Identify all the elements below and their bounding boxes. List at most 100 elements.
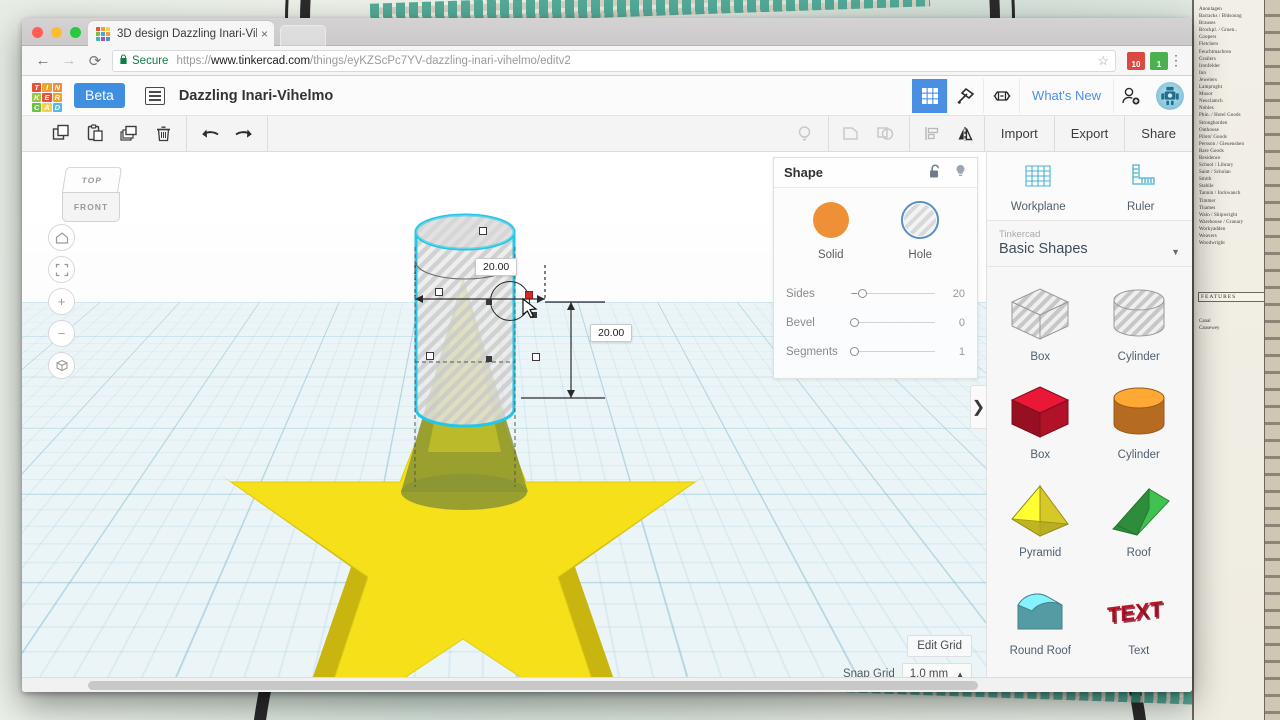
address-bar[interactable]: Secure https://www.tinkercad.com/things/…: [112, 49, 1116, 72]
shape-item-cylinder[interactable]: Cylinder: [1090, 273, 1189, 369]
sides-slider[interactable]: [850, 287, 935, 301]
favicon-tile: [106, 26, 110, 31]
hole-option[interactable]: Hole: [884, 201, 956, 263]
shape-category-selector[interactable]: Tinkercad Basic Shapes ▼: [987, 221, 1192, 267]
pyramid-thumbnail-icon: [991, 477, 1090, 545]
view-cube-top-face[interactable]: TOP: [61, 167, 123, 193]
workplane-label: Workplane: [1010, 201, 1066, 213]
bevel-value[interactable]: 0: [943, 317, 965, 329]
horizontal-scrollbar[interactable]: [22, 677, 1192, 692]
group-icon[interactable]: [835, 116, 869, 152]
sides-slider-knob[interactable]: [858, 289, 867, 298]
undo-icon[interactable]: [193, 116, 227, 152]
resize-handle-bottom-center[interactable]: [486, 356, 492, 362]
chat-extension-icon[interactable]: 1: [1150, 51, 1168, 70]
import-button[interactable]: Import: [983, 115, 1054, 152]
window-traffic-lights[interactable]: [32, 27, 81, 38]
sides-value[interactable]: 20: [943, 288, 965, 300]
chevron-down-icon[interactable]: ▼: [1171, 247, 1180, 257]
align-icon[interactable]: [916, 116, 950, 152]
resize-handle-left[interactable]: [435, 288, 443, 296]
shape-item-box[interactable]: Box: [991, 371, 1090, 467]
delete-icon[interactable]: [146, 116, 180, 152]
ruler-tool[interactable]: Ruler: [1090, 152, 1193, 220]
grid-view-icon[interactable]: [912, 78, 949, 113]
3d-canvas[interactable]: W: [22, 152, 986, 691]
blocks-icon[interactable]: [948, 78, 985, 113]
close-tab-button[interactable]: ×: [261, 27, 268, 41]
map-legend-features-title: FEATURES: [1198, 292, 1268, 302]
redo-icon[interactable]: [227, 116, 261, 152]
segments-slider[interactable]: [850, 345, 935, 359]
zoom-out-button[interactable]: −: [48, 320, 75, 347]
light-bulb-icon[interactable]: [788, 116, 822, 152]
solid-option[interactable]: Solid: [795, 202, 867, 263]
segments-label: Segments: [786, 345, 838, 358]
tinkercad-logo[interactable]: TINKERCAD: [32, 82, 62, 112]
design-list-icon[interactable]: [144, 86, 165, 105]
share-button[interactable]: Share: [1124, 115, 1192, 152]
calendar-extension-icon[interactable]: 10: [1127, 51, 1145, 70]
close-window-button[interactable]: [32, 27, 43, 38]
bevel-slider-knob[interactable]: [850, 318, 859, 327]
segments-slider-track: [850, 351, 935, 352]
whats-new-link[interactable]: What's New: [1020, 78, 1114, 113]
bookmark-star-icon[interactable]: ☆: [1091, 53, 1109, 69]
fit-to-view-button[interactable]: [48, 256, 75, 283]
minimize-window-button[interactable]: [51, 27, 62, 38]
shape-item-cylinder[interactable]: Cylinder: [1090, 371, 1189, 467]
bevel-slider[interactable]: [850, 316, 935, 330]
roundroof-thumbnail-icon: [991, 575, 1090, 643]
shape-item-roof[interactable]: Roof: [1090, 469, 1189, 565]
resize-handle-bottom-left[interactable]: [426, 352, 434, 360]
segments-value[interactable]: 1: [943, 346, 965, 358]
export-button[interactable]: Export: [1053, 115, 1125, 152]
favicon-tile: [96, 36, 100, 41]
shape-item-pyramid[interactable]: Pyramid: [991, 469, 1090, 565]
solid-color-swatch[interactable]: [812, 202, 849, 238]
browser-menu-icon[interactable]: ⋮: [1168, 52, 1184, 69]
beta-badge: Beta: [74, 83, 125, 108]
paste-icon[interactable]: [78, 116, 112, 152]
view-cube[interactable]: TOP FRONT: [60, 166, 124, 228]
shape-item-box[interactable]: Box: [991, 273, 1090, 369]
view-cube-front-face[interactable]: FRONT: [62, 192, 120, 222]
codeblocks-icon[interactable]: [984, 78, 1021, 113]
new-tab-button[interactable]: [280, 25, 326, 46]
add-person-icon[interactable]: [1114, 79, 1148, 113]
tinkercad-logo-tile: I: [42, 82, 52, 92]
resize-handle-top[interactable]: [479, 227, 487, 235]
edit-grid-button[interactable]: Edit Grid: [907, 635, 972, 657]
home-view-button[interactable]: [48, 224, 75, 251]
segments-slider-knob[interactable]: [850, 347, 859, 356]
address-url: https://www.tinkercad.com/things/eyKZScP…: [176, 55, 570, 67]
reload-button[interactable]: ⟳: [82, 52, 108, 70]
collapse-sidebar-button[interactable]: ❯: [970, 385, 986, 429]
zoom-in-button[interactable]: +: [48, 288, 75, 315]
workplane-tool[interactable]: Workplane: [987, 152, 1090, 220]
duplicate-icon[interactable]: [112, 116, 146, 152]
dimension-label-width[interactable]: 20.00: [475, 258, 518, 276]
edit-toolbar: Import Export Share: [22, 115, 1192, 152]
unlock-icon[interactable]: [929, 164, 942, 182]
copy-icon[interactable]: [44, 116, 78, 152]
back-button[interactable]: ←: [30, 52, 56, 69]
browser-tab-active[interactable]: 3D design Dazzling Inari-Vihel ×: [88, 21, 274, 46]
perspective-toggle-button[interactable]: [48, 352, 75, 379]
dimension-label-height[interactable]: 20.00: [590, 324, 633, 342]
shape-item-text[interactable]: TEXT TEXT Text: [1090, 567, 1189, 663]
user-avatar[interactable]: [1156, 81, 1184, 110]
maximize-window-button[interactable]: [70, 27, 81, 38]
resize-handle-bottom-right[interactable]: [532, 353, 540, 361]
scrollbar-thumb[interactable]: [88, 681, 978, 690]
design-title[interactable]: Dazzling Inari-Vihelmo: [179, 88, 333, 104]
mirror-icon[interactable]: [950, 116, 984, 152]
workspace: W: [22, 152, 1192, 691]
tinkercad-favicon: [96, 26, 110, 41]
shape-item-round-roof[interactable]: Round Roof: [991, 567, 1090, 663]
lock-icon: [119, 54, 128, 67]
forward-button[interactable]: →: [56, 52, 82, 69]
ungroup-icon[interactable]: [869, 116, 903, 152]
light-bulb-icon[interactable]: [954, 164, 967, 182]
hole-color-swatch[interactable]: [901, 201, 940, 239]
